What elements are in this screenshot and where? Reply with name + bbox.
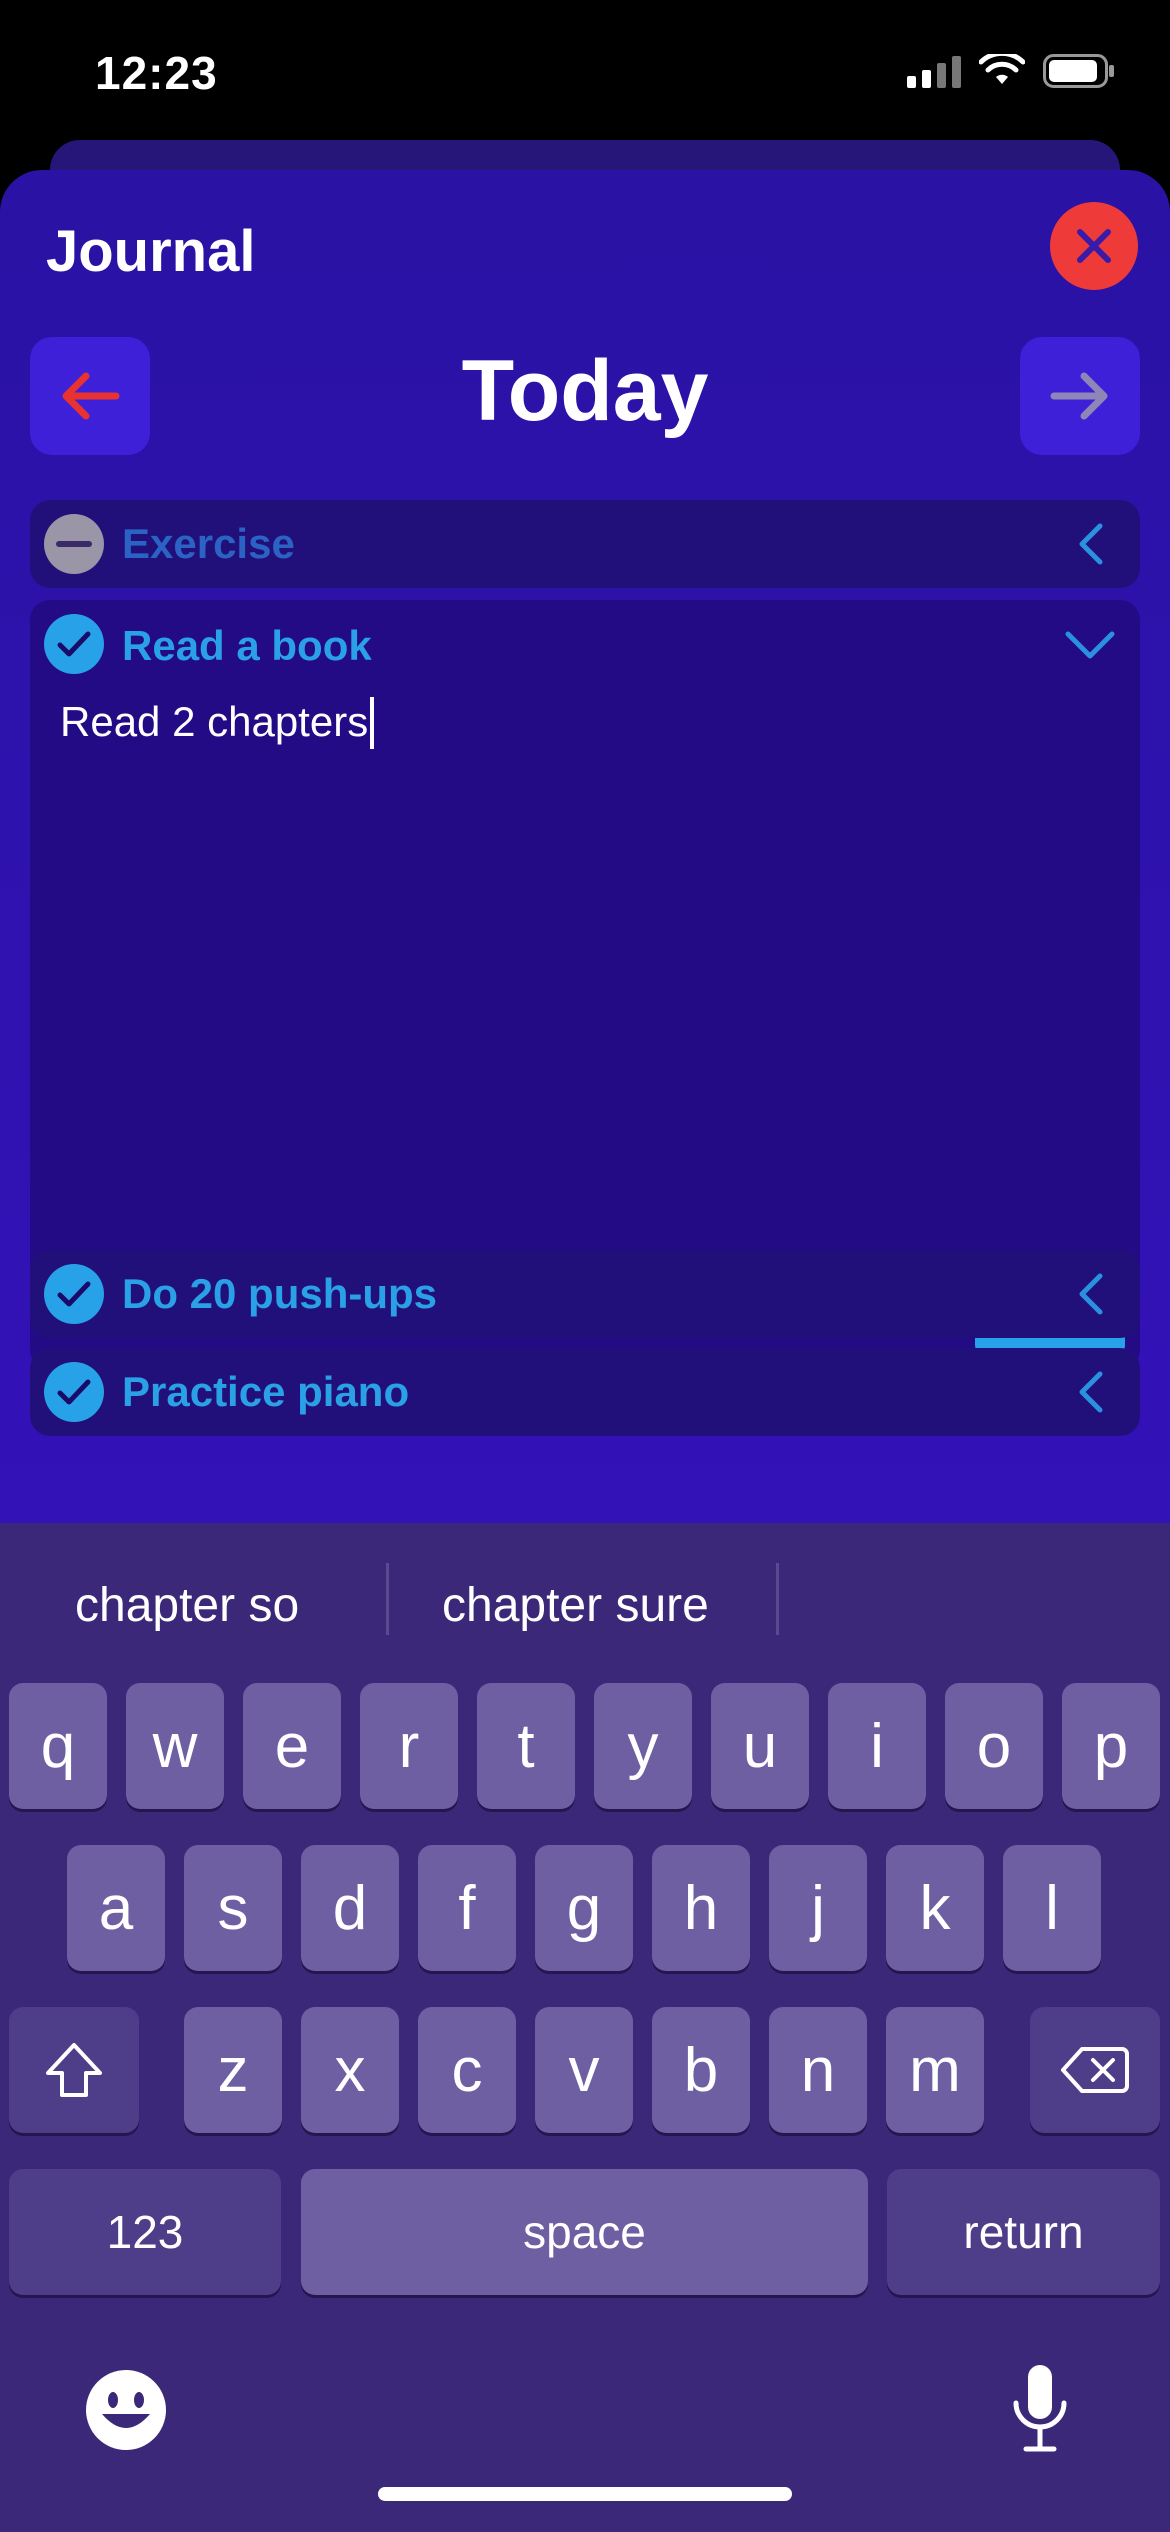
checkmark-status-icon[interactable] (44, 614, 104, 674)
key-a[interactable]: a (67, 1845, 165, 1971)
day-title: Today (461, 343, 709, 439)
habit-row-practice-piano[interactable]: Practice piano (30, 1348, 1140, 1436)
status-icons (907, 54, 1115, 88)
status-time: 12:23 (95, 47, 218, 99)
habit-label: Practice piano (122, 1368, 410, 1415)
delete-key[interactable] (1030, 2007, 1160, 2133)
chevron-left-icon[interactable] (1068, 520, 1116, 568)
checkmark-status-icon[interactable] (44, 1362, 104, 1422)
shift-icon (46, 2043, 102, 2097)
chevron-left-icon[interactable] (1068, 1270, 1116, 1318)
arrow-right-icon (1050, 372, 1108, 420)
key-z[interactable]: z (184, 2007, 282, 2133)
close-icon (1077, 229, 1111, 263)
key-l[interactable]: l (1003, 1845, 1101, 1971)
status-bar: 12:23 (0, 0, 1170, 140)
wifi-icon (979, 54, 1025, 84)
key-n[interactable]: n (769, 2007, 867, 2133)
skipped-status-icon[interactable] (44, 514, 104, 574)
key-g[interactable]: g (535, 1845, 633, 1971)
note-text-area[interactable]: Read 2 chapters (60, 696, 1100, 1258)
sheet-title: Journal (46, 219, 256, 284)
suggestion-divider (386, 1563, 389, 1635)
key-k[interactable]: k (886, 1845, 984, 1971)
home-indicator[interactable] (378, 2487, 792, 2501)
close-button[interactable] (1050, 202, 1138, 290)
key-w[interactable]: w (126, 1683, 224, 1809)
key-r[interactable]: r (360, 1683, 458, 1809)
key-p[interactable]: p (1062, 1683, 1160, 1809)
habit-label: Read a book (122, 622, 372, 669)
numbers-key[interactable]: 123 (9, 2169, 281, 2295)
keyboard: chapter so chapter sure q w e r t y u i … (0, 1523, 1170, 2532)
note-text: Read 2 chapters (60, 698, 369, 745)
key-i[interactable]: i (828, 1683, 926, 1809)
key-m[interactable]: m (886, 2007, 984, 2133)
chevron-down-icon[interactable] (1062, 620, 1118, 668)
battery-icon (1043, 54, 1114, 88)
key-h[interactable]: h (652, 1845, 750, 1971)
space-key[interactable]: space (301, 2169, 868, 2295)
key-c[interactable]: c (418, 2007, 516, 2133)
return-key[interactable]: return (887, 2169, 1160, 2295)
microphone-icon (1013, 2365, 1067, 2452)
key-x[interactable]: x (301, 2007, 399, 2133)
key-q[interactable]: q (9, 1683, 107, 1809)
habit-label: Exercise (122, 520, 295, 567)
key-d[interactable]: d (301, 1845, 399, 1971)
text-cursor (370, 696, 375, 749)
checkmark-status-icon[interactable] (44, 1264, 104, 1324)
key-b[interactable]: b (652, 2007, 750, 2133)
habit-label: Do 20 push-ups (122, 1270, 438, 1317)
shift-key[interactable] (9, 2007, 139, 2133)
suggestion-divider (776, 1563, 779, 1635)
key-v[interactable]: v (535, 2007, 633, 2133)
key-e[interactable]: e (243, 1683, 341, 1809)
key-y[interactable]: y (594, 1683, 692, 1809)
backspace-icon (1061, 2047, 1129, 2093)
cellular-signal-icon (907, 54, 961, 88)
key-j[interactable]: j (769, 1845, 867, 1971)
habit-row-push-ups[interactable]: Do 20 push-ups (30, 1250, 1140, 1338)
key-o[interactable]: o (945, 1683, 1043, 1809)
key-t[interactable]: t (477, 1683, 575, 1809)
emoji-icon (86, 2370, 166, 2450)
key-s[interactable]: s (184, 1845, 282, 1971)
habit-row-exercise[interactable]: Exercise (30, 500, 1140, 588)
journal-sheet: Journal Today Exercise Read a book Read … (0, 170, 1170, 1530)
key-u[interactable]: u (711, 1683, 809, 1809)
emoji-button[interactable] (84, 2368, 168, 2452)
suggestion-1[interactable]: chapter so (75, 1578, 299, 1633)
dictation-button[interactable] (1010, 2363, 1070, 2455)
next-day-button[interactable] (1020, 337, 1140, 455)
chevron-left-icon[interactable] (1068, 1368, 1116, 1416)
suggestion-2[interactable]: chapter sure (442, 1578, 709, 1633)
key-f[interactable]: f (418, 1845, 516, 1971)
